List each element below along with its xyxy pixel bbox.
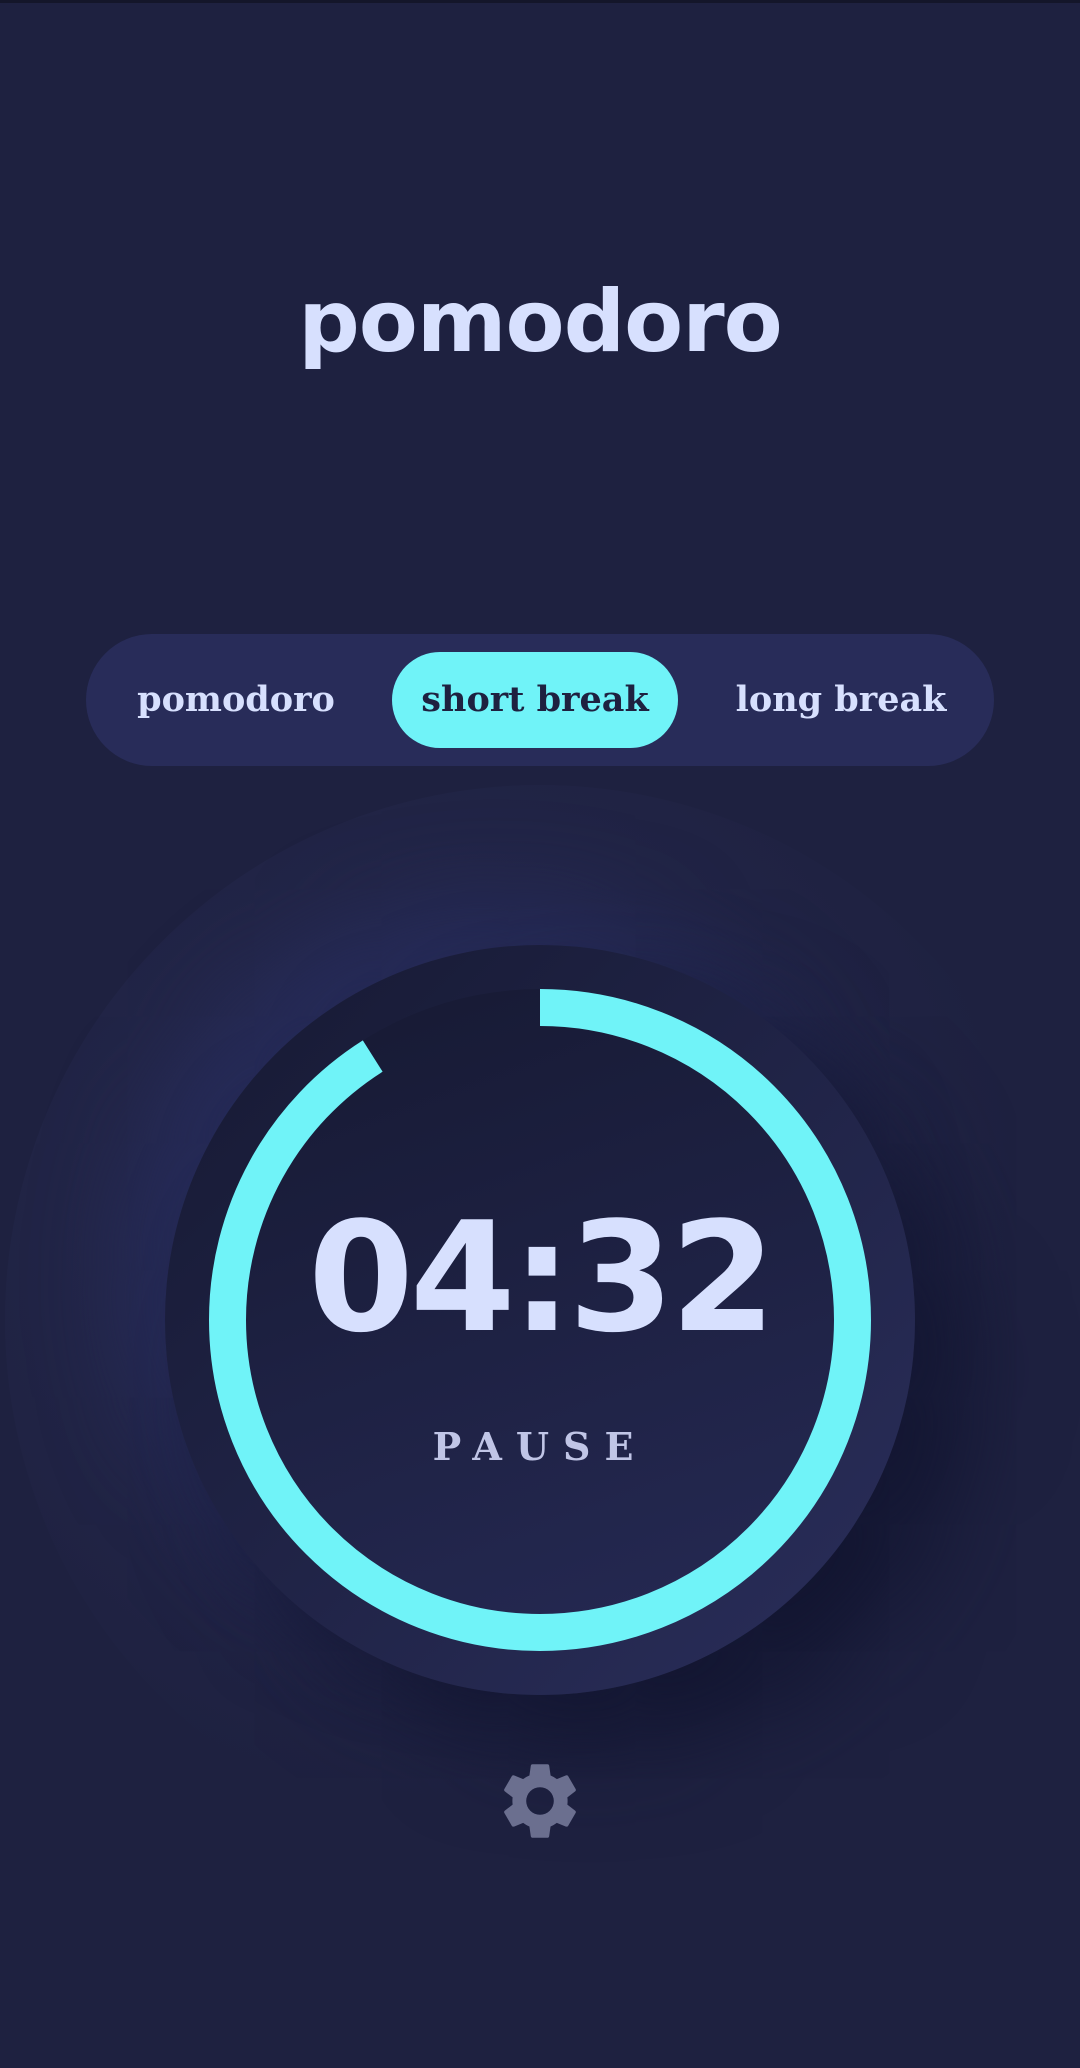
gear-icon bbox=[504, 1764, 576, 1838]
timer-dial[interactable]: 04:32 PAUSE bbox=[5, 785, 1075, 1855]
pause-button[interactable]: PAUSE bbox=[165, 1417, 915, 1477]
tab-long-break[interactable]: long break bbox=[706, 652, 976, 748]
tab-short-break[interactable]: short break bbox=[392, 652, 678, 748]
status-strip bbox=[0, 0, 1080, 3]
app-title: pomodoro bbox=[298, 272, 782, 372]
mode-selector: pomodoro short break long break bbox=[86, 634, 994, 766]
tab-pomodoro[interactable]: pomodoro bbox=[106, 652, 366, 748]
settings-button[interactable] bbox=[494, 1755, 586, 1847]
time-remaining: 04:32 bbox=[308, 1189, 776, 1366]
